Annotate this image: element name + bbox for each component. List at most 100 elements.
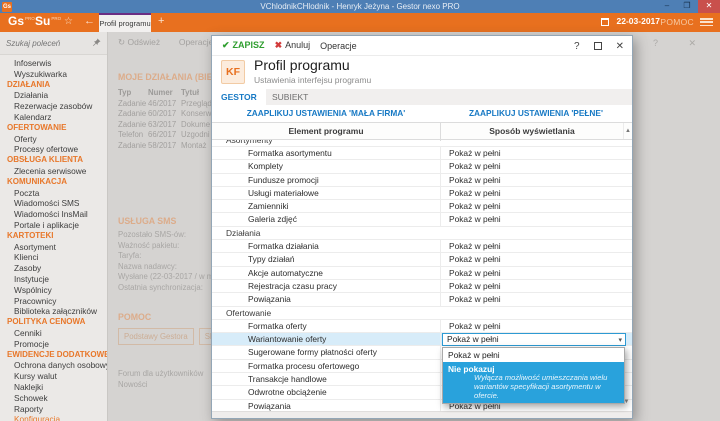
dropdown-option-selected[interactable]: Nie pokazujWyłącza możliwość umieszczani… [443,362,624,403]
sidebar-item[interactable]: Wspólnicy [0,285,107,296]
table-row[interactable]: Zadanie46/2017Przegląd [118,99,214,110]
sidebar-item[interactable]: Infoserwis [0,58,107,69]
sidebar-item[interactable]: Procesy ofertowe [0,144,107,155]
setting-row[interactable]: Usługi materiałowePokaż w pełni [212,187,632,200]
sidebar-item[interactable]: Wiadomości InsMail [0,209,107,220]
table-row[interactable]: Zadanie58/2017Montaż [118,141,214,152]
background-close-icon[interactable]: ✕ [688,38,696,49]
background-help-icon[interactable]: ? [653,38,658,48]
operations-menu-button[interactable]: Operacje [320,41,357,51]
help-menu[interactable]: POMOC [660,17,694,27]
save-button[interactable]: ✔ZAPISZ [222,40,265,51]
sidebar-item[interactable]: Raporty [0,404,107,415]
sidebar-item[interactable]: Zasoby [0,263,107,274]
section-row[interactable]: Działania [212,227,632,240]
sidebar-item[interactable]: Pracownicy [0,296,107,307]
setting-row[interactable]: Fundusze promocjiPokaż w pełni [212,174,632,187]
setting-value[interactable]: Pokaż w pełni [441,293,632,305]
dropdown-option[interactable]: Pokaż w pełni [443,348,624,362]
setting-row[interactable]: KompletyPokaż w pełni [212,160,632,173]
setting-label: Usługi materiałowe [212,187,441,199]
setting-value[interactable]: Pokaż w pełni [441,213,632,225]
scroll-up-arrow[interactable]: ▲ [623,123,632,139]
setting-value[interactable]: Pokaż w pełni [441,160,632,172]
sidebar-item[interactable]: Działania [0,90,107,101]
pin-icon[interactable] [93,38,101,47]
sidebar-item[interactable]: Zlecenia serwisowe [0,166,107,177]
setting-row[interactable]: Rejestracja czasu pracyPokaż w pełni [212,280,632,293]
setting-row[interactable]: Formatka działaniaPokaż w pełni [212,240,632,253]
dialog-close-button[interactable]: ✕ [616,41,624,52]
tab-profil-programu[interactable]: Profil programu [99,13,151,32]
setting-value[interactable]: Pokaż w pełni [441,174,632,186]
table-row[interactable]: Zadanie60/2017Konserw [118,109,214,120]
setting-value[interactable]: Pokaż w pełni [441,267,632,279]
setting-row[interactable]: PowiązaniaPokaż w pełni [212,293,632,306]
sidebar-item[interactable]: Ochrona danych osobowych [0,360,107,371]
sidebar-item[interactable]: Cenniki [0,328,107,339]
setting-row[interactable]: ZamiennikiPokaż w pełni [212,200,632,213]
sidebar-item[interactable]: Rezerwacje zasobów [0,101,107,112]
setting-value[interactable]: Pokaż w pełni [441,253,632,265]
subiekt-logo[interactable]: SuPRO [35,14,61,28]
setting-value[interactable]: Pokaż w pełni [441,280,632,292]
gestor-logo[interactable]: GsPRO [8,14,35,28]
table-row[interactable]: Telefon66/2017Uzgodni [118,130,214,141]
refresh-icon[interactable]: ↻ [118,37,125,47]
setting-row[interactable]: Typy działańPokaż w pełni [212,253,632,266]
sidebar-item[interactable]: Biblioteka załączników [0,306,107,317]
section-row[interactable]: Asortymenty [212,140,632,147]
refresh-button[interactable]: Odśwież [128,37,161,47]
help-link[interactable]: Nowości [118,379,203,390]
setting-row[interactable]: Akcje automatycznePokaż w pełni [212,267,632,280]
command-search[interactable] [0,32,107,55]
setting-value[interactable]: Pokaż w pełni [441,320,632,332]
hamburger-menu-icon[interactable] [700,18,713,27]
sidebar-item[interactable]: Kursy walut [0,371,107,382]
sidebar-item[interactable]: Klienci [0,252,107,263]
back-arrow-icon[interactable]: ← [84,15,95,27]
sidebar-item[interactable]: Promocje [0,339,107,350]
section-row[interactable]: Ofertowanie [212,307,632,320]
help-link[interactable]: Forum dla użytkowników [118,368,203,379]
current-date[interactable]: 22-03-2017 [617,16,660,26]
help-button[interactable]: Podstawy Gestora [118,328,194,345]
sidebar-item[interactable]: Kalendarz [0,112,107,123]
favorites-star-icon[interactable]: ☆ [64,16,73,27]
new-tab-button[interactable]: + [158,15,164,27]
maximize-button[interactable]: ❐ [678,0,696,13]
sidebar-item[interactable]: Poczta [0,188,107,199]
apply-mala-firma-link[interactable]: ZAAPLIKUJ USTAWIENIA 'MAŁA FIRMA' [212,105,440,122]
minimize-button[interactable]: – [658,0,676,13]
setting-row[interactable]: Formatka asortymentuPokaż w pełni [212,147,632,160]
sidebar-item[interactable]: Wiadomości SMS [0,198,107,209]
operations-button[interactable]: Operacje [179,37,214,47]
column-header: Tytuł [181,88,214,99]
table-row[interactable]: Zadanie63/2017Dokume [118,120,214,131]
setting-row[interactable]: Wariantowanie ofertyPokaż w pełni▾ [212,333,632,346]
sidebar-item[interactable]: Oferty [0,134,107,145]
setting-label: Formatka asortymentu [212,147,441,159]
cancel-button[interactable]: ✖Anuluj [275,40,311,51]
setting-row[interactable]: Formatka ofertyPokaż w pełni [212,320,632,333]
close-button[interactable]: ✕ [698,0,720,13]
search-input[interactable] [4,35,90,51]
sidebar-item[interactable]: Asortyment [0,242,107,253]
tab-subiekt[interactable]: SUBIEKT [263,89,317,105]
sidebar-item[interactable]: Schowek [0,393,107,404]
dialog-help-button[interactable]: ? [574,41,580,52]
setting-value[interactable]: Pokaż w pełni [441,147,632,159]
setting-value[interactable]: Pokaż w pełni [441,200,632,212]
apply-pelne-link[interactable]: ZAAPLIKUJ USTAWIENIA 'PEŁNE' [440,105,632,122]
sidebar-item[interactable]: Wyszukiwarka [0,69,107,80]
sidebar-item[interactable]: Instytucje [0,274,107,285]
sidebar-item[interactable]: Naklejki [0,382,107,393]
setting-value[interactable]: Pokaż w pełni [441,187,632,199]
display-mode-combobox[interactable]: Pokaż w pełni▾ [442,333,626,346]
setting-value[interactable]: Pokaż w pełni [441,240,632,252]
tab-gestor[interactable]: GESTOR [212,89,266,105]
sidebar-item[interactable]: Konfiguracja [0,414,107,421]
sidebar-item[interactable]: Portale i aplikacje [0,220,107,231]
setting-row[interactable]: Galeria zdjęćPokaż w pełni [212,213,632,226]
dialog-maximize-button[interactable] [594,42,602,50]
